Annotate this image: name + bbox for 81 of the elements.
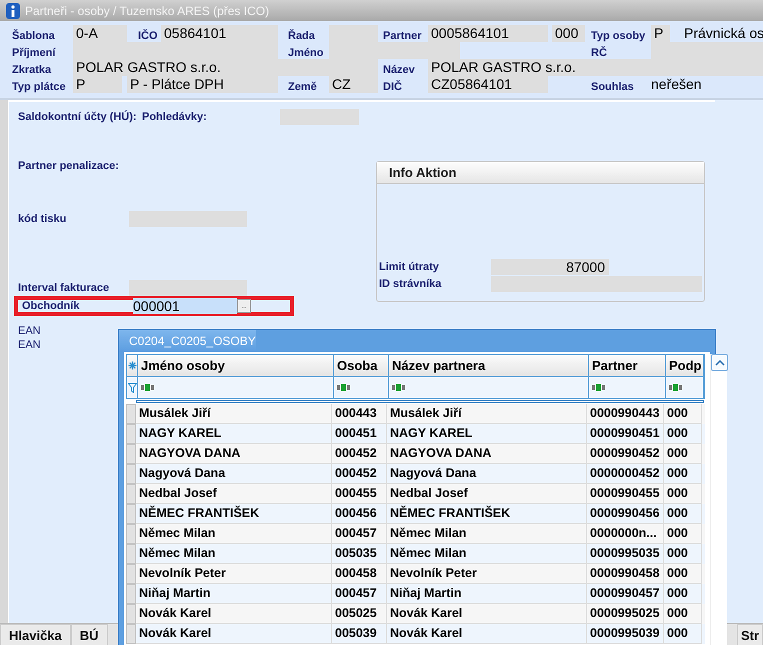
row-selector[interactable]	[126, 624, 136, 644]
tab[interactable]: Str	[736, 624, 763, 645]
row-selector[interactable]	[126, 404, 136, 424]
panel-title: Info Aktion	[377, 162, 704, 184]
scroll-up-button[interactable]	[711, 354, 728, 371]
table-cell: 000	[664, 624, 702, 644]
row-selector[interactable]	[126, 564, 136, 584]
field-label: Interval fakturace	[18, 282, 110, 294]
field-value: neřešen	[651, 76, 703, 93]
input-field[interactable]	[491, 276, 702, 292]
row-selector[interactable]	[126, 524, 136, 544]
row-selector[interactable]	[126, 544, 136, 564]
text-filter-icon[interactable]	[669, 384, 683, 391]
table-cell: Novák Karel	[136, 624, 332, 644]
field-label: Typ plátce	[12, 80, 67, 93]
row-selector[interactable]	[126, 504, 136, 524]
input-field[interactable]	[329, 25, 378, 42]
browse-button[interactable]: ..	[237, 299, 251, 313]
input-field[interactable]	[129, 210, 247, 226]
input-field[interactable]	[651, 42, 763, 59]
field-label: ID strávníka	[379, 278, 442, 290]
row-selector[interactable]	[126, 484, 136, 504]
input-field[interactable]	[280, 108, 359, 124]
row-selector[interactable]	[126, 584, 136, 604]
input-field[interactable]	[129, 280, 247, 296]
column-header[interactable]: Podp	[666, 355, 704, 376]
field-label: Partner penalizace:	[18, 160, 119, 172]
input-field[interactable]: 05864101	[161, 25, 278, 42]
field-label: Název	[383, 63, 416, 76]
input-field[interactable]: POLAR GASTRO s.r.o.	[73, 59, 378, 76]
column-header[interactable]: Jméno osoby	[138, 355, 334, 376]
row-selector[interactable]	[126, 444, 136, 464]
table-cell: 0000995039	[587, 624, 664, 644]
field-label: Limit útraty	[379, 260, 440, 272]
input-field[interactable]: 0-A	[73, 25, 127, 42]
tab[interactable]: BÚ	[70, 624, 108, 645]
text-filter-icon[interactable]	[392, 384, 406, 391]
input-field[interactable]: CZ05864101	[428, 76, 548, 93]
field-label: Partner	[383, 29, 423, 42]
input-field[interactable]: 000	[552, 25, 585, 42]
field-label: EAN	[18, 324, 41, 338]
field-label: Typ osoby	[591, 29, 646, 42]
window-title: Partneři - osoby / Tuzemsko ARES (přes ICO)	[25, 4, 270, 18]
row-selector[interactable]	[126, 604, 136, 624]
input-field[interactable]: P	[651, 25, 670, 42]
field-label: Šablona	[12, 28, 56, 42]
field-label: Příjmení	[12, 46, 57, 59]
field-label: Obchodník	[22, 300, 80, 312]
field-label: DIČ	[383, 79, 403, 93]
column-header[interactable]: Partner	[589, 355, 666, 376]
info-icon	[6, 2, 20, 18]
input-field[interactable]: POLAR GASTRO s.r.o.	[428, 59, 763, 76]
text-filter-icon[interactable]	[592, 384, 606, 391]
field-label: Řada	[288, 28, 316, 42]
scrollbar[interactable]	[710, 354, 727, 645]
table-cell: 005039	[332, 624, 387, 644]
caret-icon	[714, 360, 724, 366]
input-field[interactable]: P - Plátce DPH	[127, 76, 278, 93]
input-field[interactable]: 87000	[491, 258, 609, 274]
field-label: IČO	[138, 28, 159, 42]
field-label: Saldokontní účty (HÚ):	[18, 110, 138, 122]
field-label: kód tisku	[18, 212, 68, 224]
field-label: EAN	[18, 338, 41, 352]
input-field[interactable]: P	[73, 76, 122, 93]
field-label: Jméno	[288, 46, 324, 59]
input-field[interactable]: 000001	[133, 298, 237, 314]
row-selector[interactable]	[126, 424, 136, 444]
column-header[interactable]: Osoba	[334, 355, 389, 376]
tab[interactable]: Hlavička	[0, 624, 71, 645]
field-label: Pohledávky:	[142, 110, 208, 122]
column-header[interactable]: Název partnera	[389, 355, 589, 376]
field-label: Zkratka	[12, 63, 52, 76]
field-label: Souhlas	[591, 80, 635, 93]
table-cell: Novák Karel	[387, 624, 587, 644]
row-selector[interactable]	[126, 464, 136, 484]
text-filter-icon[interactable]	[337, 384, 351, 391]
input-field[interactable]: 0005864101	[428, 25, 548, 42]
text-filter-icon[interactable]	[141, 384, 155, 391]
input-field[interactable]: CZ	[329, 76, 378, 93]
field-label: Země	[288, 80, 318, 93]
field-label: RČ	[591, 45, 608, 59]
